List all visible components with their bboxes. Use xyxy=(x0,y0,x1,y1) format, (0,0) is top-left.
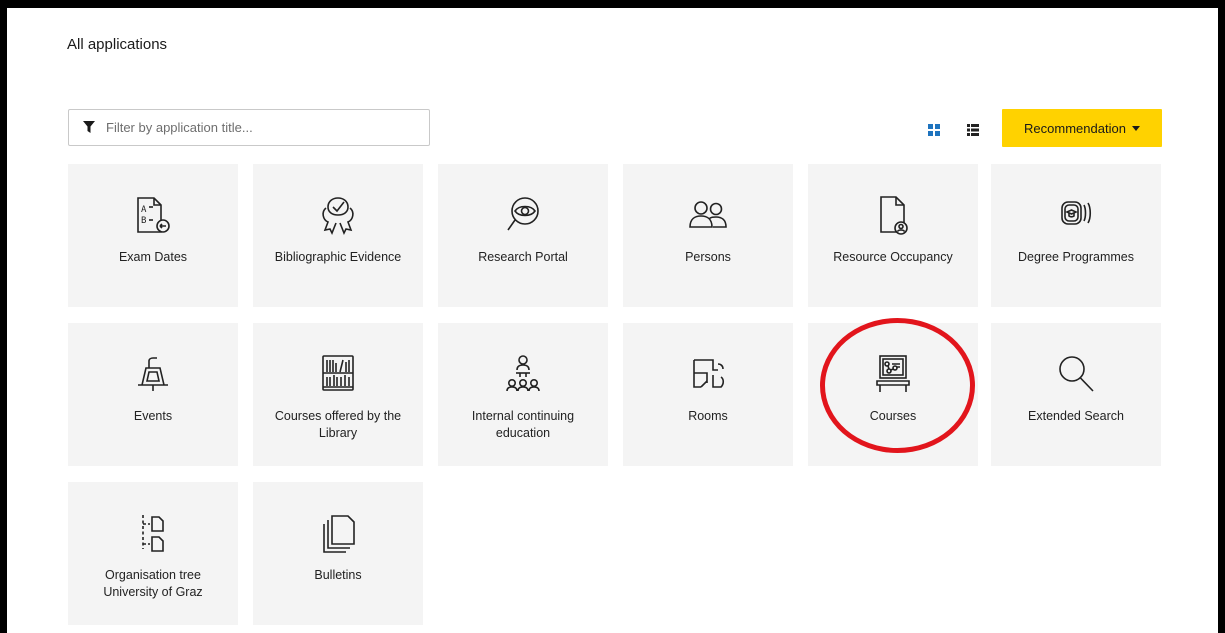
app-tile-label: Organisation tree University of Graz xyxy=(103,568,203,599)
filter-icon xyxy=(82,121,96,135)
app-tile-label: Courses offered by the Library xyxy=(274,409,402,440)
degree-programmes-icon xyxy=(1053,192,1099,238)
app-tile-events[interactable]: Events xyxy=(68,323,238,466)
extended-search-icon xyxy=(1053,351,1099,397)
exam-dates-icon: A B xyxy=(130,192,176,238)
page-title: All applications xyxy=(67,36,168,53)
app-tile-rooms[interactable]: Rooms xyxy=(623,323,793,466)
app-tile-label: Bulletins xyxy=(314,568,362,582)
recommendation-dropdown-button[interactable]: Recommendation xyxy=(1002,109,1162,147)
app-tile-label: Resource Occupancy xyxy=(833,250,953,264)
app-tile-label: Internal continuing education xyxy=(471,409,575,440)
recommendation-label: Recommendation xyxy=(1024,120,1126,136)
app-tile-label: Extended Search xyxy=(1028,409,1124,423)
app-tile-continuing-education[interactable]: Internal continuing education xyxy=(438,323,608,466)
app-tile-library-courses[interactable]: Courses offered by the Library xyxy=(253,323,423,466)
library-courses-icon xyxy=(315,351,361,397)
courses-icon xyxy=(870,351,916,397)
persons-icon xyxy=(685,192,731,238)
app-tile-bibliographic-evidence[interactable]: Bibliographic Evidence xyxy=(253,164,423,307)
research-portal-icon xyxy=(500,192,546,238)
app-tile-label: Rooms xyxy=(688,409,728,423)
app-tile-bulletins[interactable]: Bulletins xyxy=(253,482,423,625)
app-tile-label: Courses xyxy=(869,409,917,423)
continuing-education-icon xyxy=(500,351,546,397)
bulletins-icon xyxy=(315,510,361,556)
list-view-icon[interactable] xyxy=(967,123,979,136)
app-tile-label: Exam Dates xyxy=(118,250,188,264)
app-tile-extended-search[interactable]: Extended Search xyxy=(991,323,1161,466)
svg-text:A: A xyxy=(141,205,147,215)
app-tile-exam-dates[interactable]: A B Exam Dates xyxy=(68,164,238,307)
app-tile-courses[interactable]: Courses xyxy=(808,323,978,466)
app-tile-degree-programmes[interactable]: Degree Programmes xyxy=(991,164,1161,307)
svg-text:B: B xyxy=(141,216,146,226)
app-tile-label: Events xyxy=(133,409,173,423)
app-tile-label: Degree Programmes xyxy=(1017,250,1134,264)
app-tile-resource-occupancy[interactable]: Resource Occupancy xyxy=(808,164,978,307)
app-tile-research-portal[interactable]: Research Portal xyxy=(438,164,608,307)
bibliographic-evidence-icon xyxy=(315,192,361,238)
filter-field[interactable] xyxy=(68,109,430,146)
app-tile-label: Bibliographic Evidence xyxy=(274,250,402,264)
rooms-icon xyxy=(685,351,731,397)
filter-input[interactable] xyxy=(106,120,426,135)
app-tile-persons[interactable]: Persons xyxy=(623,164,793,307)
organisation-tree-icon xyxy=(130,510,176,556)
app-tile-label: Research Portal xyxy=(478,250,568,264)
caret-down-icon xyxy=(1131,125,1140,131)
app-page: All applications Recommendation xyxy=(7,8,1218,633)
resource-occupancy-icon xyxy=(870,192,916,238)
app-tile-organisation-tree[interactable]: Organisation tree University of Graz xyxy=(68,482,238,625)
app-tile-label: Persons xyxy=(685,250,731,264)
events-icon xyxy=(130,351,176,397)
grid-view-icon[interactable] xyxy=(928,123,940,136)
